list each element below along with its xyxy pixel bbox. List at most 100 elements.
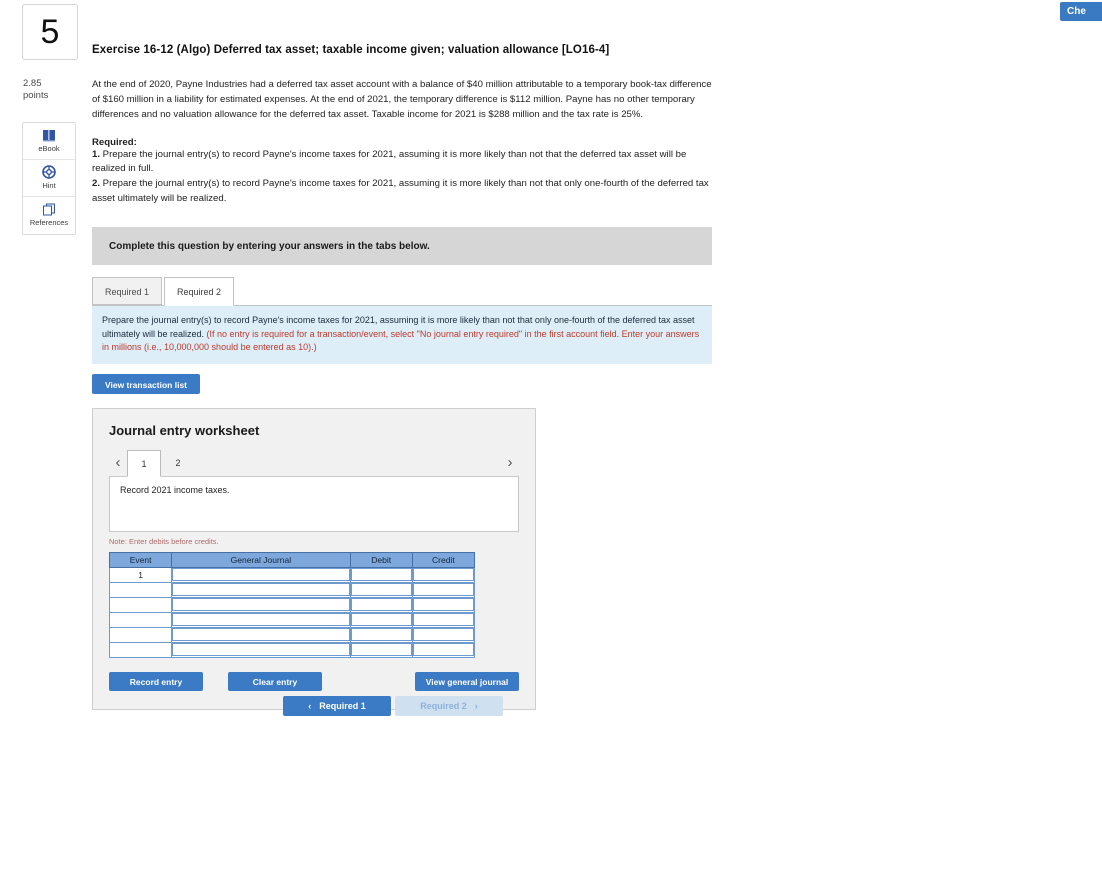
row-event-2: [108, 581, 173, 598]
question-rail: 5 2.85 points eBook Hint References: [22, 4, 78, 235]
tool-references-label: References: [29, 218, 69, 228]
account-input[interactable]: [172, 643, 350, 657]
worksheet-title: Journal entry worksheet: [109, 422, 260, 438]
row-debit-cell: [349, 641, 413, 658]
row-credit-cell: [411, 566, 476, 583]
lifebuoy-icon: [42, 165, 56, 180]
requirement-1-text: Prepare the journal entry(s) to record P…: [92, 148, 687, 175]
row-credit-cell: [411, 626, 476, 643]
nav-required-1-label: Required 1: [319, 701, 366, 711]
requirement-1: 1. Prepare the journal entry(s) to recor…: [92, 148, 720, 178]
tool-panel: eBook Hint References: [22, 121, 76, 235]
debit-input[interactable]: [350, 643, 412, 657]
tool-hint-label: Hint: [42, 181, 56, 191]
account-input[interactable]: [172, 568, 350, 582]
check-my-work-button[interactable]: Che: [1060, 2, 1102, 21]
credit-input[interactable]: [412, 598, 474, 612]
row-debit-cell: [349, 581, 413, 598]
row-account-cell: [171, 611, 351, 628]
column-header-credit: Credit: [411, 551, 476, 568]
nav-required-2-label: Required 2: [420, 701, 467, 711]
credit-input[interactable]: [412, 613, 474, 627]
table-row: 1: [108, 566, 476, 583]
worksheet-page-2[interactable]: 2: [161, 450, 195, 476]
exercise-title: Exercise 16-12 (Algo) Deferred tax asset…: [92, 44, 610, 56]
account-input[interactable]: [172, 598, 350, 612]
tool-references[interactable]: References: [23, 197, 75, 234]
credit-input[interactable]: [412, 628, 474, 642]
required-heading: Required:: [92, 136, 137, 148]
column-header-event: Event: [108, 551, 173, 568]
worksheet-description-box: Record 2021 income taxes.: [109, 475, 519, 532]
row-account-cell: [171, 626, 351, 643]
points-value: 2.85: [23, 78, 42, 89]
row-credit-cell: [411, 611, 476, 628]
row-debit-cell: [349, 626, 413, 643]
main-content: Exercise 16-12 (Algo) Deferred tax asset…: [92, 0, 732, 710]
row-event-6: [108, 641, 173, 658]
table-row: [108, 626, 476, 643]
requirement-navigation: ‹ Required 1 Required 2 ›: [283, 696, 503, 716]
view-general-journal-button[interactable]: View general journal: [415, 671, 519, 691]
worksheet-description-text: Record 2021 income taxes.: [120, 484, 230, 495]
row-account-cell: [171, 566, 351, 583]
nav-required-2-button[interactable]: Required 2 ›: [395, 696, 503, 716]
complete-question-text: Complete this question by entering your …: [109, 240, 430, 252]
journal-entry-table: Event General Journal Debit Credit 1: [108, 551, 476, 658]
tab-required-2[interactable]: Required 2: [164, 277, 235, 307]
nav-required-1-button[interactable]: ‹ Required 1: [283, 696, 391, 716]
table-row: [108, 641, 476, 658]
debit-input[interactable]: [350, 583, 412, 597]
points-label: points: [23, 89, 49, 101]
requirement-2: 2. Prepare the journal entry(s) to recor…: [92, 177, 720, 207]
row-event-1: 1: [108, 566, 173, 583]
row-event-3: [108, 596, 173, 613]
row-debit-cell: [349, 566, 413, 583]
credit-input[interactable]: [412, 643, 474, 657]
tool-ebook[interactable]: eBook: [23, 123, 75, 160]
debit-input[interactable]: [350, 598, 412, 612]
instruction-panel: Prepare the journal entry(s) to record P…: [92, 306, 712, 364]
table-row: [108, 611, 476, 628]
clear-entry-button[interactable]: Clear entry: [228, 671, 322, 691]
points-block: 2.85 points: [22, 78, 78, 102]
credit-input[interactable]: [412, 568, 474, 582]
requirement-1-number: 1.: [92, 148, 101, 160]
worksheet-pager: ‹ 1 2 ›: [109, 449, 519, 477]
row-account-cell: [171, 581, 351, 598]
chevron-left-icon: ‹: [308, 701, 312, 711]
requirement-2-number: 2.: [92, 178, 101, 190]
account-input[interactable]: [172, 583, 350, 597]
pages-icon: [42, 203, 56, 216]
column-header-general-journal: General Journal: [171, 551, 351, 568]
requirement-2-text: Prepare the journal entry(s) to record P…: [92, 178, 709, 205]
tool-hint[interactable]: Hint: [23, 160, 75, 197]
exercise-paragraph: At the end of 2020, Payne Industries had…: [92, 79, 712, 120]
view-transaction-list-button[interactable]: View transaction list: [92, 373, 200, 394]
worksheet-page-1[interactable]: 1: [127, 449, 161, 477]
book-icon: [42, 129, 56, 142]
credit-input[interactable]: [412, 583, 474, 597]
chevron-left-icon[interactable]: ‹: [109, 455, 127, 470]
debit-input[interactable]: [350, 613, 412, 627]
row-debit-cell: [349, 611, 413, 628]
row-credit-cell: [411, 581, 476, 598]
chevron-right-icon[interactable]: ›: [501, 455, 519, 470]
row-account-cell: [171, 641, 351, 658]
row-account-cell: [171, 596, 351, 613]
table-row: [108, 581, 476, 598]
tool-ebook-label: eBook: [38, 143, 60, 153]
row-event-5: [108, 626, 173, 643]
worksheet-actions: Record entry Clear entry View general jo…: [109, 671, 519, 691]
tab-required-1[interactable]: Required 1: [92, 277, 163, 306]
debit-input[interactable]: [350, 628, 412, 642]
debit-input[interactable]: [350, 568, 412, 582]
requirement-tabs: Required 1 Required 2: [92, 277, 712, 307]
row-credit-cell: [411, 596, 476, 613]
record-entry-button[interactable]: Record entry: [109, 671, 203, 691]
account-input[interactable]: [172, 613, 350, 627]
question-number: 5: [22, 4, 78, 60]
account-input[interactable]: [172, 628, 350, 642]
row-debit-cell: [349, 596, 413, 613]
row-event-4: [108, 611, 173, 628]
